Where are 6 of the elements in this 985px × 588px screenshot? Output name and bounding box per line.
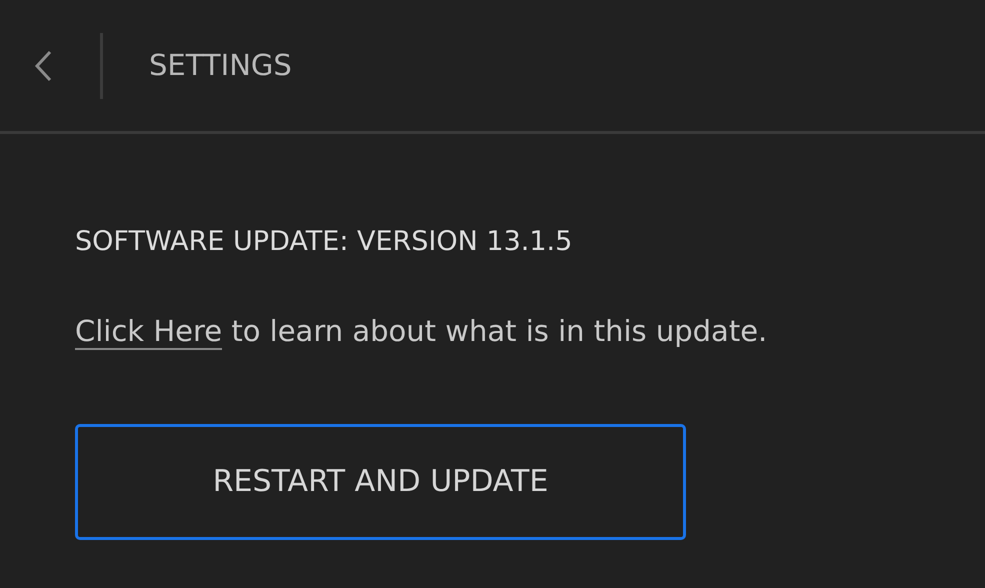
section-title: SOFTWARE UPDATE: VERSION 13.1.5 (75, 226, 574, 258)
back-icon (34, 50, 52, 82)
update-description: Click Here to learn about what is in this update. (75, 313, 768, 352)
restart-and-update-button[interactable]: RESTART AND UPDATE (75, 424, 686, 540)
click-here-link[interactable]: Click Here (75, 314, 222, 350)
page-title: SETTINGS (149, 46, 292, 84)
